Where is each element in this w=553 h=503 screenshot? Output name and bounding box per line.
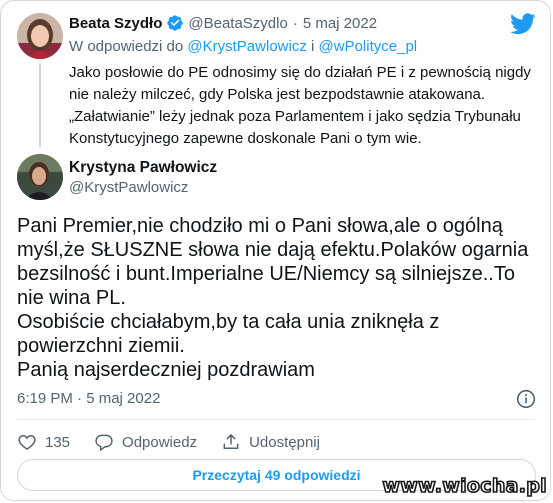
author-name[interactable]: Krystyna Pawłowicz	[69, 159, 217, 177]
avatar-image	[17, 154, 63, 200]
reply-label: Odpowiedz	[122, 433, 198, 451]
text-line: nie należy milczeć, gdy Polska jest bezp…	[69, 86, 486, 103]
reply-conjunction: i	[311, 38, 315, 55]
like-count: 135	[45, 433, 71, 451]
reply-prefix: W odpowiedzi do	[69, 38, 184, 55]
avatar-image	[17, 13, 63, 59]
author-handle[interactable]: @KrystPawlowicz	[69, 179, 188, 196]
reply-bubble-icon	[95, 434, 113, 452]
action-bar: 135 Odpowiedz Udostępnij	[17, 429, 344, 455]
reply-button[interactable]: Odpowiedz	[94, 432, 197, 452]
divider	[17, 419, 534, 420]
tweet-date[interactable]: 5 maj 2022	[303, 15, 377, 32]
reply-user-link-1[interactable]: @KrystPawlowicz	[187, 38, 306, 55]
text-line: myśl,że SŁUSZNE słowa nie dają efektu.Po…	[17, 239, 529, 261]
reply-to-line: W odpowiedzi do @KrystPawlowicz i @wPoli…	[69, 38, 417, 55]
text-line: Panią najserdeczniej pozdrawiam	[17, 359, 315, 381]
author-name[interactable]: Beata Szydło	[69, 15, 162, 32]
text-line: Osobiście chciałabym,by ta cała unia zni…	[17, 311, 440, 333]
avatar-krystyna-pawlowicz[interactable]	[17, 154, 63, 200]
quoted-tweet-text: Jako posłowie do PE odnosimy się do dzia…	[69, 62, 539, 150]
quoted-tweet-header: Beata Szydło @BeataSzydlo · 5 maj 2022	[69, 14, 377, 32]
text-line: Konstytucyjnego zapewne doskonale Pani o…	[69, 130, 422, 147]
text-line: Jako posłowie do PE odnosimy się do dzia…	[69, 64, 531, 81]
text-line: nie wina PL.	[17, 287, 126, 309]
reply-user-link-2[interactable]: @wPolityce_pl	[319, 38, 418, 55]
text-line: Pani Premier,nie chodziło mi o Pani słow…	[17, 215, 503, 237]
main-tweet-text: Pani Premier,nie chodziło mi o Pani słow…	[17, 214, 547, 382]
verified-badge-icon	[166, 14, 184, 32]
info-icon[interactable]	[516, 389, 536, 409]
watermark-text: www.wiocha.pl	[382, 474, 548, 498]
separator-dot: ·	[292, 14, 298, 32]
author-handle[interactable]: @BeataSzydlo	[188, 15, 287, 32]
text-line: „Załatwianie” leży jednak poza Parlament…	[69, 108, 521, 125]
text-line: bezsilność i bunt.Imperialne UE/Niemcy s…	[17, 263, 515, 285]
share-upload-icon	[223, 433, 239, 449]
share-button[interactable]: Udostępnij	[221, 432, 320, 452]
thread-connector-line	[39, 63, 41, 147]
like-button[interactable]: 135	[17, 432, 70, 452]
twitter-bird-icon[interactable]	[510, 13, 536, 35]
tweet-card: Beata Szydło @BeataSzydlo · 5 maj 2022 W…	[0, 0, 551, 501]
tweet-timestamp[interactable]: 6:19 PM · 5 maj 2022	[17, 390, 160, 407]
text-line: powierzchni ziemii.	[17, 335, 185, 357]
share-label: Udostępnij	[249, 433, 320, 451]
heart-icon	[18, 434, 36, 450]
avatar-beata-szydlo[interactable]	[17, 13, 63, 59]
